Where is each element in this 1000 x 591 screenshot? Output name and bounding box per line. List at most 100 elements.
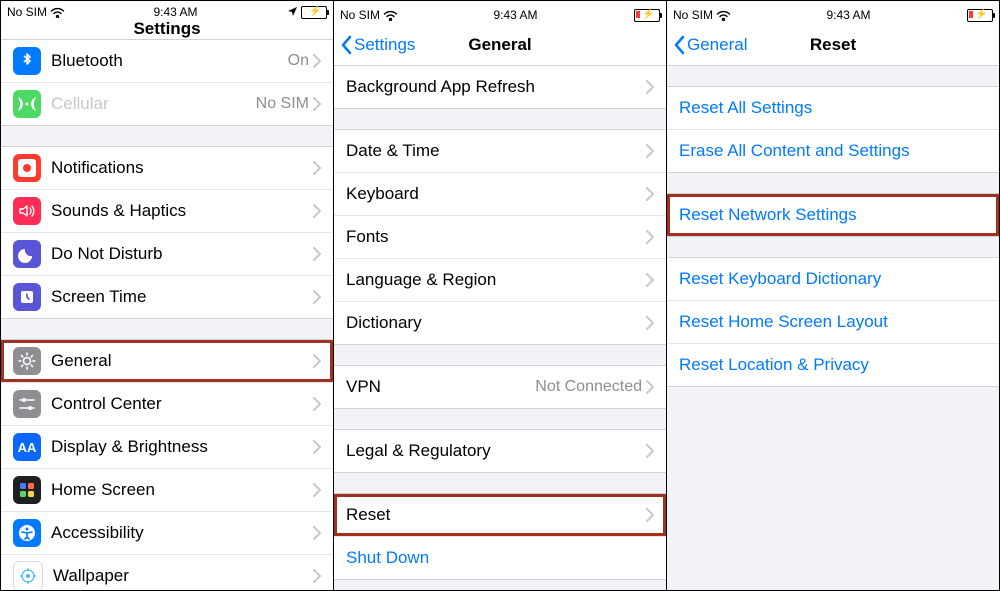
chevron-right-icon [646,230,654,244]
dnd-icon [13,240,41,268]
row-gen-3[interactable]: Language & Region [334,259,666,302]
chevron-right-icon [313,161,321,175]
row-label: Cellular [51,94,256,114]
row-legal[interactable]: Legal & Regulatory [334,430,666,472]
row-label: Reset All Settings [679,98,987,118]
back-label: General [687,35,747,55]
row-gen-0[interactable]: Date & Time [334,130,666,173]
group-connectivity: BluetoothOnCellularNo SIM [1,40,333,126]
row-ro-1[interactable]: Reset Home Screen Layout [667,301,999,344]
back-label: Settings [354,35,415,55]
row-ro-0[interactable]: Reset Keyboard Dictionary [667,258,999,301]
group-general: GeneralControl Center AA Display & Brightn… [1,339,333,590]
group-reset-network: Reset Network Settings [667,193,999,237]
chevron-right-icon [313,397,321,411]
row-reset-0[interactable]: Reset [334,494,666,537]
row-accessibility[interactable]: Accessibility [1,512,333,555]
row-label: Dictionary [346,313,646,333]
row-label: Shut Down [346,548,654,568]
wifi-icon [716,10,730,20]
back-button-general[interactable]: Settings [340,35,415,55]
row-label: Do Not Disturb [51,244,313,264]
row-gen-4[interactable]: Dictionary [334,302,666,344]
chevron-right-icon [313,526,321,540]
row-vpn[interactable]: VPNNot Connected [334,366,666,408]
homescreen-icon [13,476,41,504]
chevron-right-icon [313,440,321,454]
row-ro-2[interactable]: Reset Location & Privacy [667,344,999,386]
back-button-reset[interactable]: General [673,35,747,55]
bluetooth-icon [13,47,41,75]
row-label: Reset Location & Privacy [679,355,987,375]
wifi-icon [50,7,64,17]
row-rnet[interactable]: Reset Network Settings [667,194,999,236]
row-cellular[interactable]: CellularNo SIM [1,83,333,125]
row-detail: No SIM [256,95,309,113]
row-label: Bluetooth [51,51,288,71]
accessibility-icon [13,519,41,547]
row-label: Reset [346,505,646,525]
row-bluetooth[interactable]: BluetoothOn [1,40,333,83]
status-bar: No SIM9:43 AM⚡ [667,1,999,25]
nav-bar: General Reset [667,25,999,66]
row-reset-1[interactable]: Shut Down [334,537,666,579]
row-sounds[interactable]: Sounds & Haptics [1,190,333,233]
page-title: Settings [133,19,200,39]
row-gen-2[interactable]: Fonts [334,216,666,259]
row-general[interactable]: General [1,340,333,383]
row-wallpaper[interactable]: Wallpaper [1,555,333,590]
row-homescreen[interactable]: Home Screen [1,469,333,512]
carrier-label: No SIM [7,5,47,19]
battery-icon: ⚡ [634,9,660,22]
battery-icon: ⚡ [301,6,327,19]
chevron-right-icon [646,144,654,158]
triptych: No SIM9:43 AM⚡SettingsBluetoothOnCellula… [0,0,1000,591]
status-bar: No SIM9:43 AM⚡ [1,1,333,19]
row-screentime[interactable]: Screen Time [1,276,333,318]
time-label: 9:43 AM [493,8,537,22]
group-alerts: Notifications Sounds & Haptics Do Not Dist… [1,146,333,319]
group-bgrefresh: Background App Refresh [334,66,666,109]
row-ra-0[interactable]: Reset All Settings [667,87,999,130]
sounds-icon [13,197,41,225]
group-legal: Legal & Regulatory [334,429,666,473]
row-label: Accessibility [51,523,313,543]
row-detail: On [288,52,309,70]
row-label: Notifications [51,158,313,178]
page-title: Reset [810,35,856,55]
location-icon [287,6,299,18]
row-label: Background App Refresh [346,77,646,97]
row-display[interactable]: AA Display & Brightness [1,426,333,469]
chevron-right-icon [313,569,321,583]
display-icon: AA [13,433,41,461]
row-label: Language & Region [346,270,646,290]
row-label: Reset Home Screen Layout [679,312,987,332]
row-controlcenter[interactable]: Control Center [1,383,333,426]
row-label: VPN [346,377,535,397]
row-bg-refresh[interactable]: Background App Refresh [334,66,666,108]
row-detail: Not Connected [535,378,642,396]
group-reset-all: Reset All Settings Erase All Content and … [667,86,999,173]
row-label: Home Screen [51,480,313,500]
group-vpn: VPNNot Connected [334,365,666,409]
row-ra-1[interactable]: Erase All Content and Settings [667,130,999,172]
row-label: Legal & Regulatory [346,441,646,461]
notifications-icon [13,154,41,182]
row-gen-1[interactable]: Keyboard [334,173,666,216]
chevron-right-icon [646,508,654,522]
chevron-right-icon [646,187,654,201]
settings-panel: No SIM9:43 AM⚡SettingsBluetoothOnCellula… [1,1,334,590]
group-reset: Reset Shut Down [334,493,666,580]
row-label: Erase All Content and Settings [679,141,987,161]
chevron-right-icon [313,483,321,497]
row-dnd[interactable]: Do Not Disturb [1,233,333,276]
row-notifications[interactable]: Notifications [1,147,333,190]
page-title: General [468,35,531,55]
group-locale: Date & TimeKeyboardFonts Language & Regio… [334,129,666,345]
nav-bar: Settings General [334,25,666,66]
group-reset-other: Reset Keyboard Dictionary Reset Home Scre… [667,257,999,387]
row-label: Display & Brightness [51,437,313,457]
chevron-right-icon [313,290,321,304]
chevron-right-icon [313,354,321,368]
row-label: Sounds & Haptics [51,201,313,221]
